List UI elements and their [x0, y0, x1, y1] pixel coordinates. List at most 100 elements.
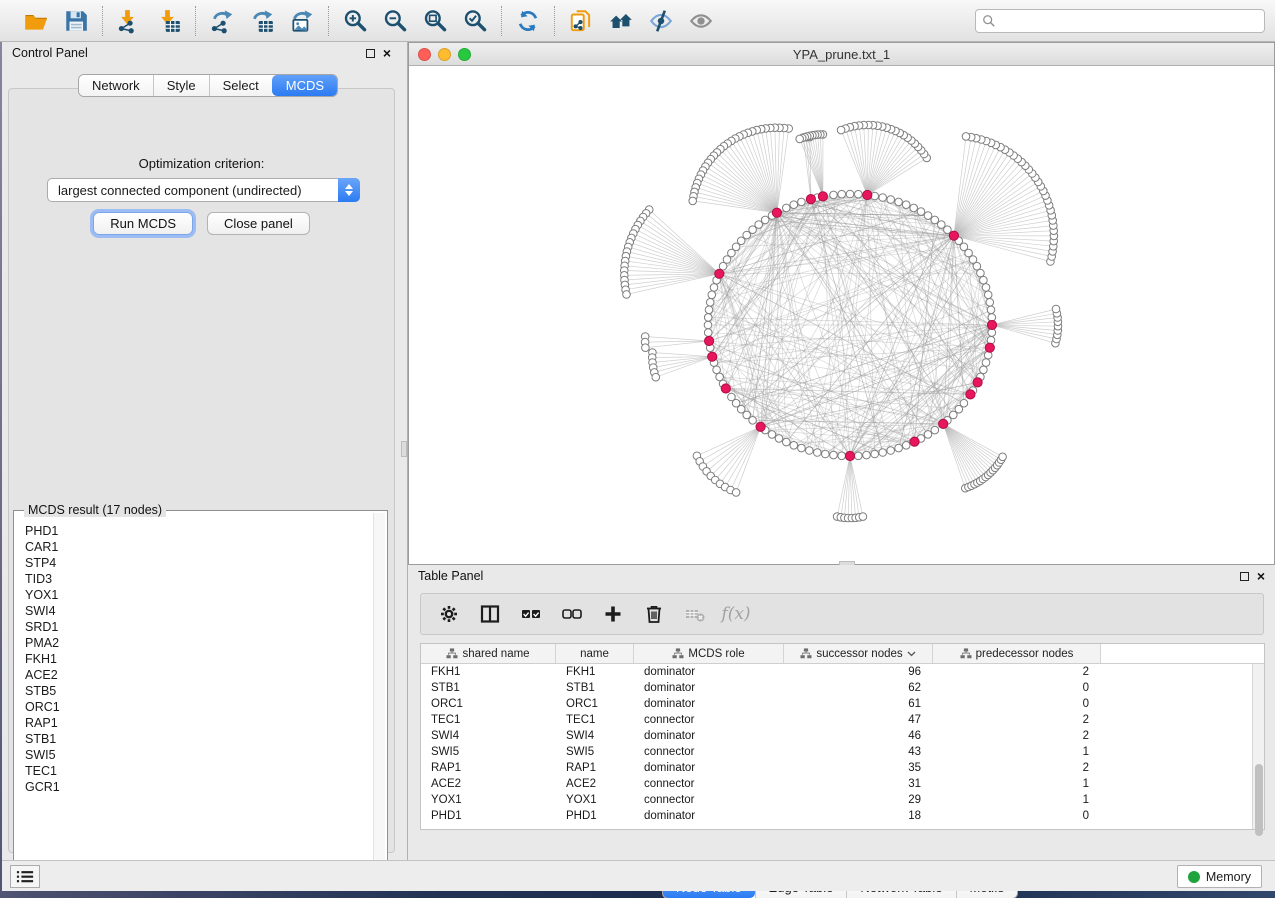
export-image-button[interactable] [285, 5, 319, 37]
scrollbar-thumb[interactable] [1255, 764, 1263, 836]
show-columns-button[interactable] [476, 600, 504, 628]
mcds-result-item[interactable]: STB5 [25, 683, 372, 699]
network-node[interactable] [768, 431, 776, 439]
float-window-icon[interactable] [1240, 572, 1249, 581]
network-node[interactable] [846, 190, 854, 198]
table-cell[interactable]: 2 [933, 714, 1101, 726]
network-node[interactable] [790, 201, 798, 209]
network-node[interactable] [783, 438, 791, 446]
satellite-node[interactable] [623, 291, 631, 299]
memory-button[interactable]: Memory [1177, 865, 1262, 888]
table-cell[interactable]: dominator [634, 730, 784, 742]
network-node[interactable] [790, 442, 798, 450]
satellite-node[interactable] [962, 133, 970, 141]
network-node[interactable] [830, 451, 838, 459]
vertical-splitter[interactable] [401, 42, 408, 860]
mcds-result-item[interactable]: YOX1 [25, 587, 372, 603]
table-scrollbar[interactable] [1252, 664, 1264, 829]
table-cell[interactable]: SWI4 [556, 730, 634, 742]
satellite-node[interactable] [642, 344, 650, 352]
network-node[interactable] [986, 299, 994, 307]
network-node[interactable] [704, 321, 712, 329]
run-mcds-button[interactable]: Run MCDS [93, 212, 193, 235]
table-row[interactable]: SWI4SWI4dominator462 [421, 728, 1252, 744]
column-header-shared-name[interactable]: shared name [421, 644, 556, 663]
table-cell[interactable]: PHD1 [421, 810, 556, 822]
result-list-scrollbar[interactable] [373, 513, 385, 879]
table-cell[interactable]: 43 [784, 746, 933, 758]
network-node[interactable] [910, 204, 918, 212]
network-node[interactable] [977, 269, 985, 277]
table-cell[interactable]: dominator [634, 682, 784, 694]
network-node[interactable] [987, 306, 995, 314]
network-node[interactable] [895, 444, 903, 452]
mcds-hub-node[interactable] [845, 451, 854, 460]
network-node[interactable] [710, 284, 718, 292]
close-window-icon[interactable]: × [1257, 571, 1265, 581]
mcds-hub-node[interactable] [756, 422, 765, 431]
mcds-hub-node[interactable] [772, 208, 781, 217]
table-cell[interactable]: 61 [784, 698, 933, 710]
table-cell[interactable]: 47 [784, 714, 933, 726]
table-cell[interactable]: TEC1 [556, 714, 634, 726]
network-node[interactable] [902, 201, 910, 209]
mcds-result-item[interactable]: PHD1 [25, 523, 372, 539]
network-node[interactable] [887, 196, 895, 204]
mcds-hub-node[interactable] [721, 384, 730, 393]
mcds-hub-node[interactable] [863, 190, 872, 199]
network-node[interactable] [887, 447, 895, 455]
network-node[interactable] [761, 216, 769, 224]
mcds-hub-node[interactable] [806, 195, 815, 204]
table-row[interactable]: PHD1PHD1dominator180 [421, 808, 1252, 824]
add-row-button[interactable] [599, 600, 627, 628]
zoom-in-button[interactable] [338, 5, 372, 37]
mcds-result-item[interactable]: STB1 [25, 731, 372, 747]
mcds-hub-node[interactable] [939, 419, 948, 428]
table-cell[interactable]: 1 [933, 746, 1101, 758]
mcds-hub-node[interactable] [910, 437, 919, 446]
table-row[interactable]: ORC1ORC1dominator610 [421, 696, 1252, 712]
column-header-successor-nodes[interactable]: successor nodes [784, 644, 933, 663]
network-node[interactable] [783, 204, 791, 212]
zoom-selected-button[interactable] [458, 5, 492, 37]
satellite-node[interactable] [689, 197, 697, 205]
mcds-result-list[interactable]: PHD1CAR1STP4TID3YOX1SWI4SRD1PMA2FKH1ACE2… [15, 521, 372, 880]
table-cell[interactable]: 35 [784, 762, 933, 774]
tab-style[interactable]: Style [153, 75, 209, 96]
mcds-result-item[interactable]: CAR1 [25, 539, 372, 555]
network-node[interactable] [713, 366, 721, 374]
network-node[interactable] [924, 212, 932, 220]
network-node[interactable] [879, 194, 887, 202]
column-header-name[interactable]: name [556, 644, 634, 663]
satellite-node[interactable] [1052, 305, 1060, 313]
network-node[interactable] [855, 452, 863, 460]
network-node[interactable] [749, 417, 757, 425]
criterion-dropdown[interactable]: largest connected component (undirected) [47, 178, 360, 202]
network-node[interactable] [902, 442, 910, 450]
mcds-hub-node[interactable] [949, 231, 958, 240]
mcds-result-item[interactable]: ORC1 [25, 699, 372, 715]
mcds-hub-node[interactable] [715, 269, 724, 278]
network-node[interactable] [798, 198, 806, 206]
table-cell[interactable]: 0 [933, 810, 1101, 822]
network-node[interactable] [798, 444, 806, 452]
table-cell[interactable]: connector [634, 714, 784, 726]
table-row[interactable]: FKH1FKH1dominator962 [421, 664, 1252, 680]
float-window-icon[interactable] [366, 49, 375, 58]
tab-network[interactable]: Network [79, 75, 153, 96]
network-node[interactable] [704, 329, 712, 337]
table-cell[interactable]: 2 [933, 666, 1101, 678]
network-node[interactable] [960, 399, 968, 407]
network-node[interactable] [931, 216, 939, 224]
save-session-button[interactable] [59, 5, 93, 37]
close-panel-button[interactable]: Close panel [207, 212, 310, 235]
table-cell[interactable]: YOX1 [421, 794, 556, 806]
column-header-predecessor-nodes[interactable]: predecessor nodes [933, 644, 1101, 663]
table-cell[interactable]: connector [634, 746, 784, 758]
export-table-button[interactable] [245, 5, 279, 37]
table-cell[interactable]: 29 [784, 794, 933, 806]
table-cell[interactable]: ACE2 [421, 778, 556, 790]
network-node[interactable] [924, 431, 932, 439]
tab-mcds[interactable]: MCDS [272, 75, 337, 96]
table-cell[interactable]: 46 [784, 730, 933, 742]
